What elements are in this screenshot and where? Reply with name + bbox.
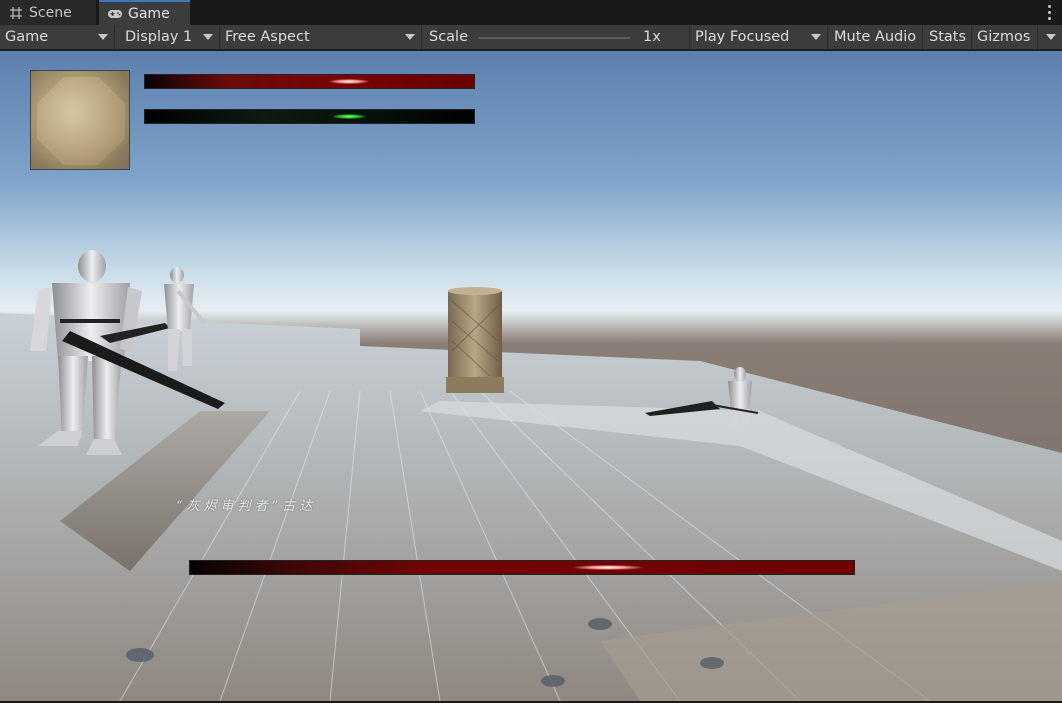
aspect-label: Free Aspect — [225, 29, 310, 45]
game-view-toolbar: Game Display 1 Free Aspect Scale 1x Play… — [0, 25, 1062, 50]
portrait-emblem — [37, 77, 125, 165]
window-tab-bar: Scene Game — [0, 0, 1062, 25]
scale-label: Scale — [429, 29, 469, 45]
scale-slider[interactable] — [478, 37, 630, 39]
chevron-down-icon — [98, 34, 108, 40]
game-viewport[interactable]: “灰烬审判者”古达 — [0, 51, 1062, 701]
gizmos-toggle[interactable]: Gizmos — [972, 25, 1038, 49]
boss-health-bar — [189, 560, 855, 575]
scale-value-text: 1x — [643, 29, 661, 45]
more-options-icon[interactable] — [1044, 3, 1054, 21]
player-portrait — [30, 70, 130, 170]
game-mode-label: Game — [5, 29, 49, 45]
tab-scene-label: Scene — [29, 4, 72, 21]
stats-label: Stats — [929, 29, 967, 45]
display-label: Display 1 — [125, 29, 193, 45]
tab-scene[interactable]: Scene — [0, 0, 96, 25]
boss-name: “灰烬审判者”古达 — [176, 499, 317, 514]
boss-health-glow — [573, 565, 643, 570]
mute-audio-toggle[interactable]: Mute Audio — [829, 25, 923, 49]
scale-value: 1x — [638, 25, 690, 49]
game-scene — [0, 250, 1062, 701]
gamepad-icon — [107, 6, 123, 22]
display-dropdown[interactable]: Display 1 — [120, 25, 220, 49]
tab-game-label: Game — [128, 5, 170, 22]
player-mana-bar — [144, 109, 475, 124]
chevron-down-icon — [1046, 34, 1056, 40]
player-health-bar — [144, 74, 475, 89]
play-mode-label: Play Focused — [695, 29, 790, 45]
aspect-dropdown[interactable]: Free Aspect — [220, 25, 422, 49]
chevron-down-icon — [405, 34, 415, 40]
stats-toggle[interactable]: Stats — [924, 25, 972, 49]
scale-slider-thumb[interactable] — [474, 32, 484, 43]
wooden-pillar — [446, 287, 504, 393]
game-mode-dropdown[interactable]: Game — [0, 25, 115, 49]
chevron-down-icon — [811, 34, 821, 40]
play-mode-dropdown[interactable]: Play Focused — [690, 25, 828, 49]
player-mana-glow — [332, 114, 366, 119]
grid-icon — [8, 5, 24, 21]
chevron-down-icon — [203, 34, 213, 40]
tab-game[interactable]: Game — [99, 0, 190, 25]
mute-audio-label: Mute Audio — [834, 29, 917, 45]
player-health-glow — [329, 79, 369, 84]
gizmos-dropdown[interactable] — [1038, 25, 1062, 49]
gizmos-label: Gizmos — [977, 29, 1031, 45]
